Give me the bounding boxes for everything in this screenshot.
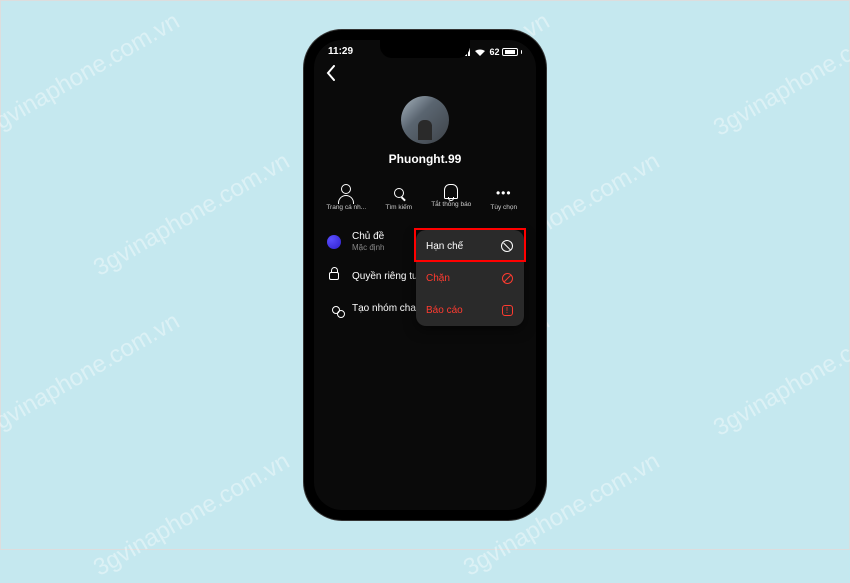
screen: 11:29 62 Phuonght.99: [314, 40, 536, 510]
bell-icon: [444, 184, 458, 199]
search-icon: [390, 184, 408, 202]
action-options[interactable]: ••• Tùy chọn: [478, 184, 531, 211]
action-profile[interactable]: Trang cá nh...: [320, 184, 373, 211]
popover-restrict-label: Hạn chế: [426, 241, 463, 252]
notch: [380, 40, 470, 58]
popover-restrict[interactable]: Hạn chế: [416, 230, 524, 262]
options-popover: Hạn chế Chặn Báo cáo !: [416, 230, 524, 326]
action-mute-label: Tắt thông báo: [431, 201, 471, 208]
watermark-text: 3gvinaphone.com.vn: [709, 8, 850, 143]
watermark-text: 3gvinaphone.com.vn: [0, 308, 185, 443]
report-icon: !: [500, 303, 514, 317]
profile-section: Phuonght.99: [314, 92, 536, 174]
popover-block[interactable]: Chặn: [416, 262, 524, 294]
lock-icon: [326, 268, 342, 284]
popover-report-label: Báo cáo: [426, 305, 463, 316]
username: Phuonght.99: [389, 152, 462, 166]
action-mute[interactable]: Tắt thông báo: [425, 184, 478, 211]
person-icon: [337, 184, 355, 202]
action-search-label: Tìm kiếm: [385, 204, 412, 211]
avatar[interactable]: [401, 96, 449, 144]
battery-percentage: 62: [489, 47, 499, 57]
theme-icon: [326, 234, 342, 250]
back-button[interactable]: [314, 59, 536, 92]
more-icon: •••: [495, 184, 513, 202]
popover-block-label: Chặn: [426, 273, 450, 284]
block-icon: [500, 271, 514, 285]
watermark-text: 3gvinaphone.com.vn: [709, 308, 850, 443]
wifi-icon: [474, 48, 486, 56]
watermark-text: 3gvinaphone.com.vn: [89, 448, 295, 583]
action-profile-label: Trang cá nh...: [326, 204, 366, 211]
group-icon: [326, 300, 342, 316]
watermark-text: 3gvinaphone.com.vn: [0, 8, 185, 143]
restrict-icon: [500, 239, 514, 253]
action-row: Trang cá nh... Tìm kiếm Tắt thông báo ••…: [314, 174, 536, 215]
popover-report[interactable]: Báo cáo !: [416, 294, 524, 326]
action-options-label: Tùy chọn: [490, 204, 517, 211]
watermark-text: 3gvinaphone.com.vn: [89, 148, 295, 283]
phone-frame: 11:29 62 Phuonght.99: [304, 30, 546, 520]
battery-indicator: 62: [489, 47, 522, 57]
action-search[interactable]: Tìm kiếm: [373, 184, 426, 211]
status-time: 11:29: [328, 46, 353, 57]
